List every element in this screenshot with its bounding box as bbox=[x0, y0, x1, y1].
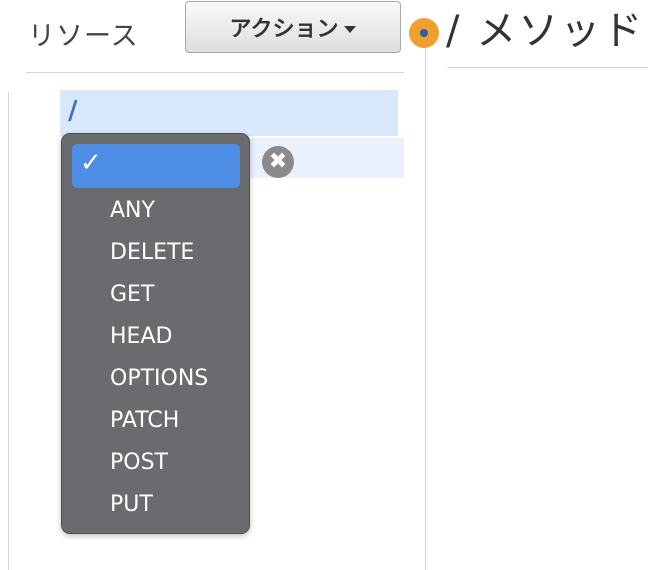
menu-item-selected-blank[interactable]: ✓ bbox=[72, 144, 240, 188]
resources-title: リソース bbox=[28, 21, 139, 52]
resource-root-row[interactable]: / bbox=[60, 90, 398, 136]
caret-down-icon bbox=[344, 25, 357, 33]
panel-divider bbox=[425, 35, 426, 570]
actions-dropdown-button[interactable]: アクション bbox=[185, 1, 401, 53]
menu-item-put[interactable]: PUT bbox=[110, 492, 153, 517]
menu-item-head[interactable]: HEAD bbox=[110, 324, 172, 349]
resources-divider bbox=[26, 72, 404, 73]
menu-item-patch[interactable]: PATCH bbox=[110, 408, 179, 433]
menu-item-post[interactable]: POST bbox=[110, 450, 168, 475]
checkmark-icon: ✓ bbox=[80, 148, 102, 178]
actions-label: アクション bbox=[229, 17, 339, 42]
left-panel-edge bbox=[0, 92, 9, 570]
method-select-menu[interactable]: ✓ ANY DELETE GET HEAD OPTIONS PATCH POST… bbox=[61, 133, 250, 534]
methods-title: / メソッド bbox=[446, 8, 645, 54]
menu-item-delete[interactable]: DELETE bbox=[110, 240, 194, 265]
menu-item-get[interactable]: GET bbox=[110, 282, 154, 307]
resource-root-label: / bbox=[68, 96, 78, 126]
menu-item-options[interactable]: OPTIONS bbox=[110, 366, 208, 391]
clear-icon[interactable]: ✖ bbox=[262, 146, 294, 178]
menu-item-any[interactable]: ANY bbox=[110, 198, 155, 223]
methods-title-divider bbox=[447, 67, 648, 68]
status-dot-icon bbox=[409, 18, 439, 48]
